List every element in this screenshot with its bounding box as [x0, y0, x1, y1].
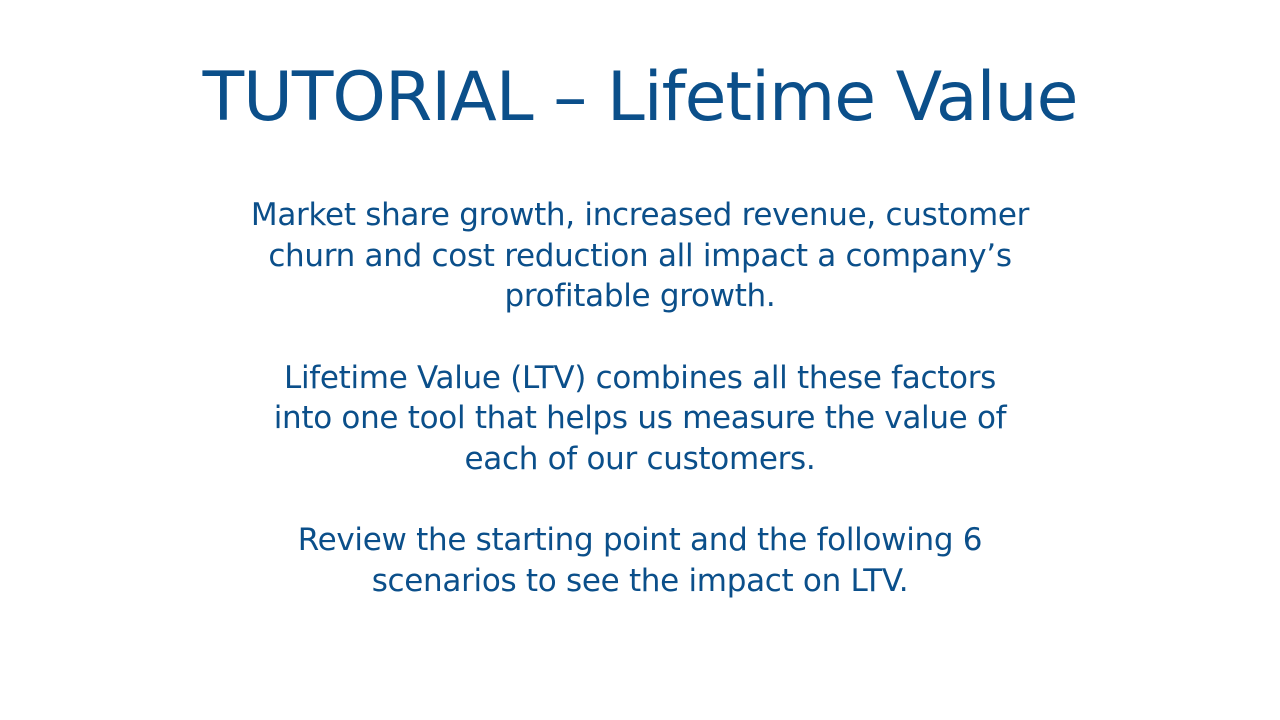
slide-body: Market share growth, increased revenue, …	[220, 195, 1060, 642]
paragraph-profitable-growth: Market share growth, increased revenue, …	[220, 195, 1060, 317]
paragraph-line: Market share growth, increased revenue, …	[250, 197, 1030, 233]
paragraph-line: each of our customers.	[464, 440, 816, 477]
paragraph-scenarios-instruction: Review the starting point and the follow…	[220, 520, 1060, 601]
paragraph-line: churn and cost reduction all impact a co…	[268, 237, 1012, 274]
paragraph-line: into one tool that helps us measure the …	[273, 400, 1007, 436]
paragraph-ltv-definition: Lifetime Value (LTV) combines all these …	[220, 358, 1060, 480]
slide: TUTORIAL – Lifetime Value Market share g…	[0, 0, 1280, 720]
paragraph-line: scenarios to see the impact on LTV.	[371, 562, 909, 599]
paragraph-line: Review the starting point and the follow…	[297, 522, 983, 558]
slide-title: TUTORIAL – Lifetime Value	[202, 58, 1079, 137]
paragraph-line: profitable growth.	[504, 278, 776, 314]
paragraph-line: Lifetime Value (LTV) combines all these …	[283, 359, 997, 396]
